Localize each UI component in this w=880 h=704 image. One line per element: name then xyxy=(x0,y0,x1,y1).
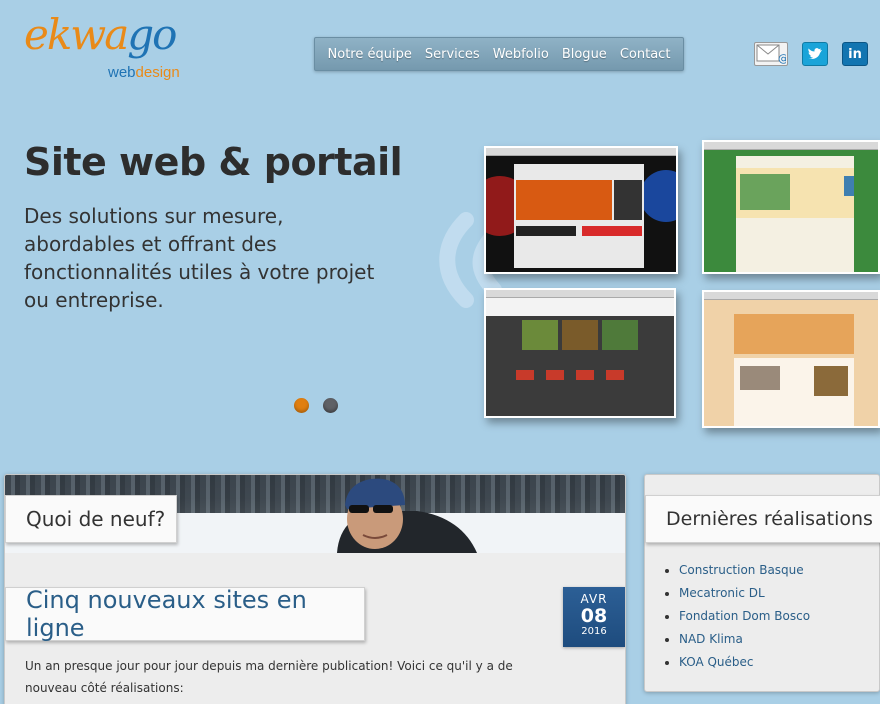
portfolio-screenshot-1[interactable] xyxy=(484,146,678,274)
hero-title: Site web & portail xyxy=(24,140,403,184)
slider-dot-2[interactable] xyxy=(323,398,338,413)
portfolio-screenshot-4[interactable] xyxy=(702,290,880,428)
portfolio-screenshot-2[interactable] xyxy=(702,140,880,274)
social-links: @ in xyxy=(754,42,868,66)
nav-item-equipe[interactable]: Notre équipe xyxy=(328,47,412,62)
recent-work-item[interactable]: Construction Basque xyxy=(679,559,810,582)
news-panel: Quoi de neuf? Cinq nouveaux sites en lig… xyxy=(4,474,626,704)
portfolio-screenshot-3[interactable] xyxy=(484,288,676,418)
post-date-badge: AVR 08 2016 xyxy=(563,587,625,647)
linkedin-icon-text: in xyxy=(848,46,862,62)
recent-work-item[interactable]: KOA Québec xyxy=(679,651,810,674)
linkedin-icon[interactable]: in xyxy=(842,42,868,66)
person-photo xyxy=(337,478,477,553)
twitter-icon[interactable] xyxy=(802,42,828,66)
recent-work-heading: Dernières réalisations xyxy=(645,495,880,543)
slider-dot-1[interactable] xyxy=(294,398,309,413)
recent-work-item[interactable]: NAD Klima xyxy=(679,628,810,651)
news-heading: Quoi de neuf? xyxy=(5,495,177,543)
main-nav: Notre équipe Services Webfolio Blogue Co… xyxy=(314,37,684,71)
svg-text:@: @ xyxy=(778,52,786,64)
logo-wordmark: ekwago xyxy=(24,10,177,59)
hero-description: Des solutions sur mesure, abordables et … xyxy=(24,204,375,312)
nav-item-webfolio[interactable]: Webfolio xyxy=(493,47,549,62)
recent-work-item[interactable]: Fondation Dom Bosco xyxy=(679,605,810,628)
nav-item-blogue[interactable]: Blogue xyxy=(562,47,607,62)
post-date-year: 2016 xyxy=(581,626,607,637)
recent-work-list: Construction Basque Mecatronic DL Fondat… xyxy=(679,559,810,674)
post-date-month: AVR xyxy=(580,592,608,606)
recent-work-item[interactable]: Mecatronic DL xyxy=(679,582,810,605)
recent-work-panel: Dernières réalisations Construction Basq… xyxy=(644,474,880,692)
post-title[interactable]: Cinq nouveaux sites en ligne xyxy=(5,586,365,642)
mail-icon[interactable]: @ xyxy=(754,42,788,66)
post-date-day: 08 xyxy=(580,605,608,627)
logo[interactable]: ekwago webdesign xyxy=(24,14,224,86)
nav-item-services[interactable]: Services xyxy=(425,47,480,62)
logo-subtitle: webdesign xyxy=(108,64,180,81)
slider-pagination xyxy=(294,398,338,413)
post-excerpt: Un an presque jour pour jour depuis ma d… xyxy=(25,659,513,695)
nav-item-contact[interactable]: Contact xyxy=(620,47,671,62)
